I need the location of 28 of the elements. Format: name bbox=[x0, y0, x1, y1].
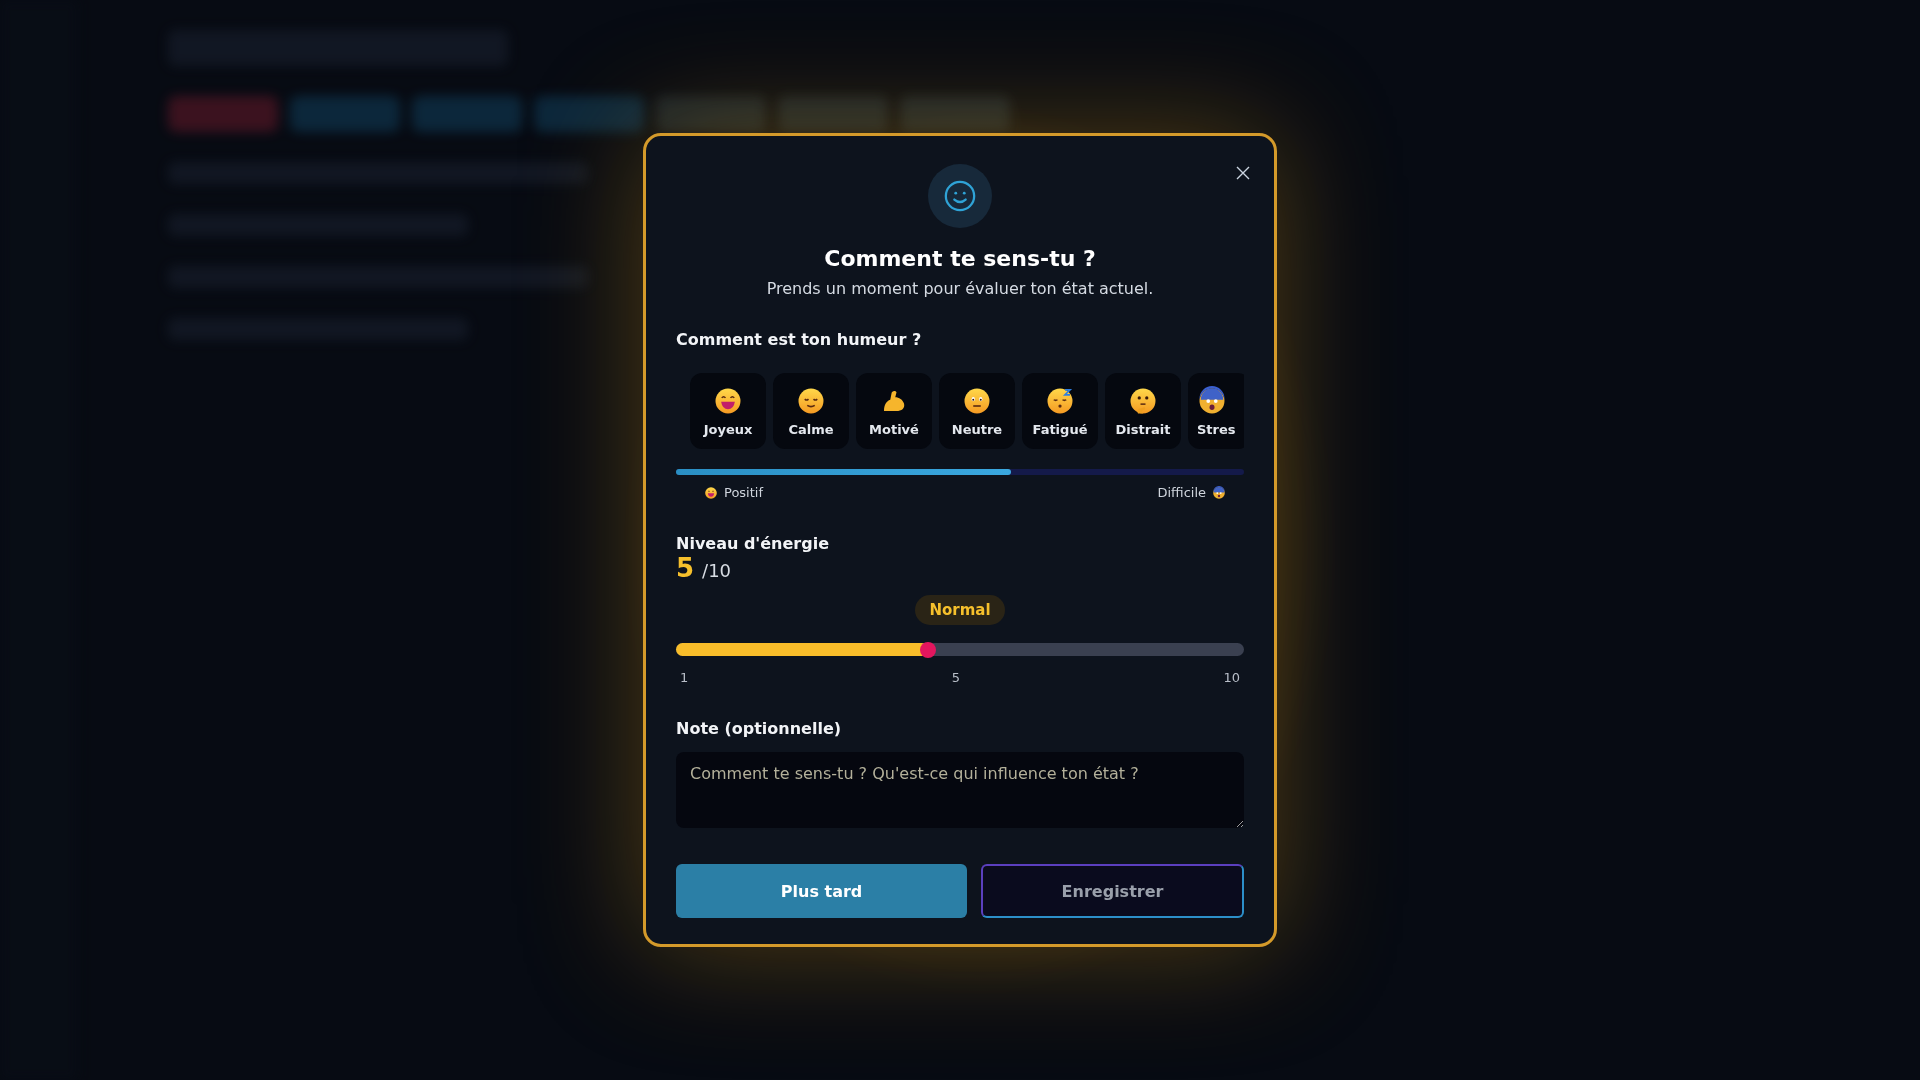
note-field[interactable]: Comment te sens-tu ? Qu'est-ce qui influence ton état ? bbox=[676, 752, 1244, 828]
mood-option[interactable]: Distrait bbox=[1105, 373, 1181, 449]
mood-option[interactable]: Joyeux bbox=[690, 373, 766, 449]
section-label: Note (optionnelle) bbox=[676, 719, 843, 738]
smiley-icon bbox=[943, 179, 977, 213]
scrollbar[interactable] bbox=[676, 469, 1244, 475]
section-label: Niveau d'énergie bbox=[676, 534, 830, 553]
close-icon bbox=[1234, 164, 1252, 182]
mood-option[interactable]: Calme bbox=[773, 373, 849, 449]
mood-option[interactable]: Fatigué bbox=[1022, 373, 1098, 449]
scale-label: Difficile bbox=[1157, 485, 1206, 500]
tick-label: 1 bbox=[680, 670, 689, 685]
energy-value: 5 bbox=[676, 553, 695, 583]
mood-option[interactable]: Neutre bbox=[939, 373, 1015, 449]
tick-label: 5 bbox=[951, 670, 960, 685]
section-label: Comment est ton humeur ? bbox=[676, 330, 923, 349]
mood-option[interactable]: Stres bbox=[1188, 373, 1244, 449]
slider-thumb[interactable] bbox=[920, 641, 937, 658]
dialog-title: Comment te sens-tu ? bbox=[824, 246, 1096, 271]
energy-status-badge: Normal bbox=[915, 595, 1005, 625]
slider-track[interactable] bbox=[676, 643, 1244, 656]
tick-label: 10 bbox=[1223, 670, 1240, 685]
save-button[interactable]: Enregistrer bbox=[981, 864, 1244, 918]
energy-max: /10 bbox=[702, 560, 732, 581]
mood-option[interactable]: Motivé bbox=[856, 373, 932, 449]
scale-label: Positif bbox=[724, 485, 763, 500]
dialog-subtitle: Prends un moment pour évaluer ton état actuel. bbox=[766, 279, 1154, 298]
later-button[interactable]: Plus tard bbox=[676, 864, 968, 918]
